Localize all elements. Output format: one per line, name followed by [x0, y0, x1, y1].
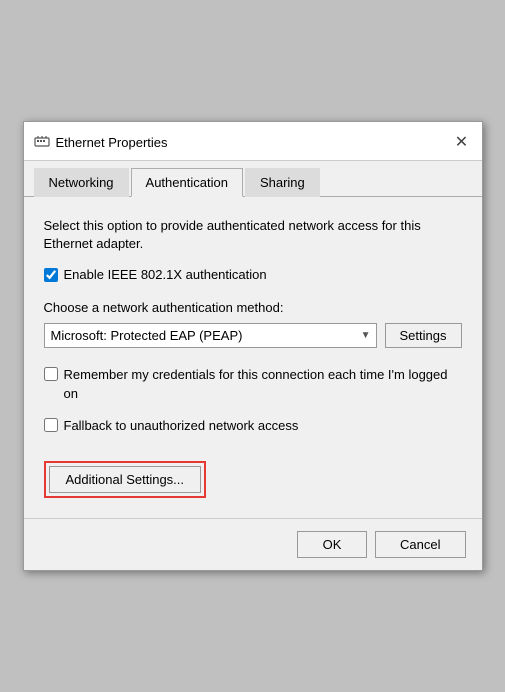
close-button[interactable]: ✕ — [450, 130, 474, 154]
tab-sharing[interactable]: Sharing — [245, 168, 320, 197]
title-bar: Ethernet Properties ✕ — [24, 122, 482, 161]
remember-credentials-checkbox[interactable] — [44, 367, 58, 381]
ok-button[interactable]: OK — [297, 531, 367, 558]
enable-8021x-checkbox[interactable] — [44, 268, 58, 282]
dropdown-row: Microsoft: Protected EAP (PEAP) Microsof… — [44, 323, 462, 348]
fallback-label: Fallback to unauthorized network access — [64, 417, 299, 435]
tab-networking[interactable]: Networking — [34, 168, 129, 197]
auth-method-dropdown[interactable]: Microsoft: Protected EAP (PEAP) Microsof… — [44, 323, 377, 348]
ethernet-properties-window: Ethernet Properties ✕ Networking Authent… — [23, 121, 483, 571]
cancel-button[interactable]: Cancel — [375, 531, 465, 558]
tab-content: Select this option to provide authentica… — [24, 197, 482, 518]
remember-credentials-label: Remember my credentials for this connect… — [64, 366, 462, 402]
tab-authentication[interactable]: Authentication — [131, 168, 243, 197]
dropdown-wrapper: Microsoft: Protected EAP (PEAP) Microsof… — [44, 323, 377, 348]
enable-8021x-row: Enable IEEE 802.1X authentication — [44, 267, 462, 282]
fallback-row: Fallback to unauthorized network access — [44, 417, 462, 435]
network-auth-label: Choose a network authentication method: — [44, 300, 462, 315]
settings-button[interactable]: Settings — [385, 323, 462, 348]
description-text: Select this option to provide authentica… — [44, 217, 462, 253]
remember-credentials-row: Remember my credentials for this connect… — [44, 366, 462, 402]
ethernet-icon — [34, 134, 50, 150]
fallback-checkbox[interactable] — [44, 418, 58, 432]
additional-settings-button[interactable]: Additional Settings... — [49, 466, 202, 493]
additional-settings-highlight: Additional Settings... — [44, 461, 207, 498]
title-bar-left: Ethernet Properties — [34, 134, 168, 150]
enable-8021x-label: Enable IEEE 802.1X authentication — [64, 267, 267, 282]
footer: OK Cancel — [24, 518, 482, 570]
window-title: Ethernet Properties — [56, 135, 168, 150]
tab-bar: Networking Authentication Sharing — [24, 161, 482, 197]
